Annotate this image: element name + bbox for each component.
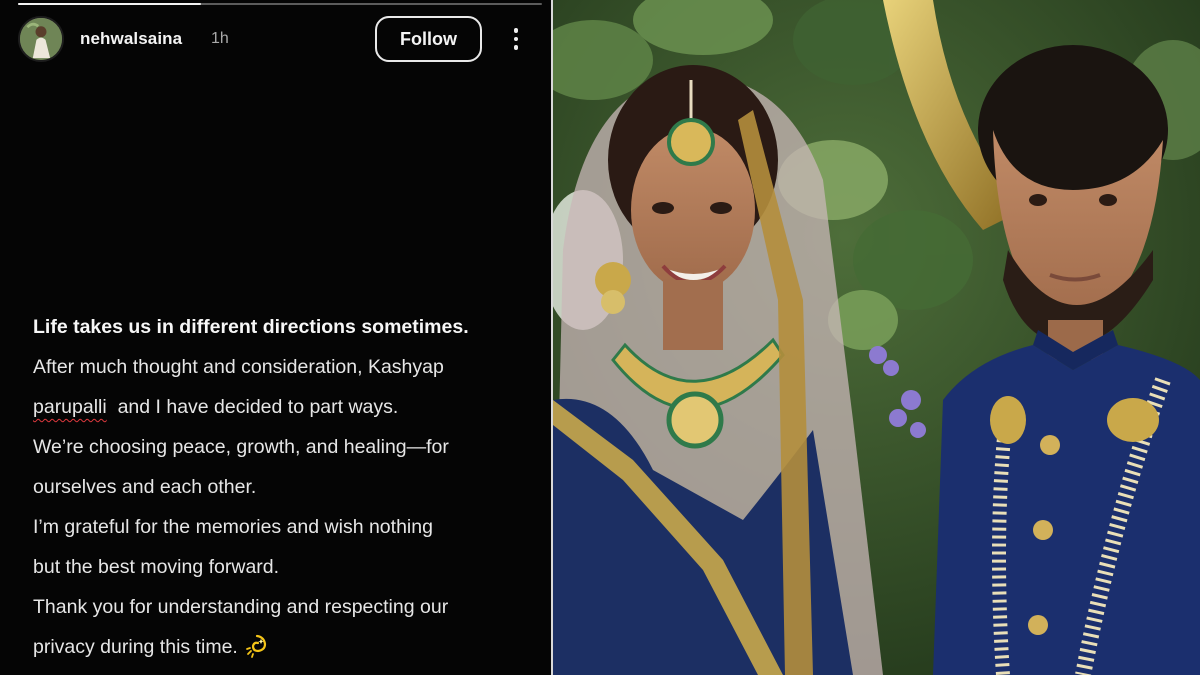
necklace-pendant — [666, 391, 724, 449]
dizzy-sparkle-icon — [245, 634, 266, 658]
couple-photo-illustration — [553, 0, 1200, 675]
story-line: parupalli and I have decided to part way… — [33, 387, 543, 427]
story-line: After much thought and consideration, Ka… — [33, 356, 444, 378]
couple-photo — [553, 0, 1200, 675]
story-line: but the best moving forward. — [33, 556, 280, 578]
avatar[interactable] — [18, 16, 64, 62]
avatar-image — [20, 18, 62, 60]
more-dot — [513, 45, 519, 50]
brooch-right — [1107, 398, 1159, 442]
story-last-line: privacy during this time. — [33, 636, 238, 658]
story-line: We’re choosing peace, growth, and healin… — [33, 436, 449, 458]
story-text: Life takes us in different directions so… — [33, 307, 543, 667]
story-progress-bar — [18, 3, 542, 5]
more-dot — [513, 28, 519, 33]
maang-tikka — [667, 118, 715, 166]
post-time: 1h — [211, 30, 229, 47]
story-headline: Life takes us in different directions so… — [33, 316, 469, 338]
more-options-icon[interactable] — [506, 24, 526, 54]
story-line: privacy during this time. — [33, 627, 543, 667]
woman-neck — [663, 280, 723, 350]
story-line: ourselves and each other. — [33, 476, 257, 498]
story-progress-fill — [18, 3, 202, 5]
story-line-rest: and I have decided to part ways. — [117, 396, 399, 418]
story-line: I’m grateful for the memories and wish n… — [33, 516, 433, 538]
brooch-left — [990, 396, 1026, 444]
story-panel: nehwalsaina 1h Follow Life takes us in d… — [0, 0, 551, 675]
mention-name: parupalli — [33, 396, 107, 418]
more-dot — [513, 36, 519, 42]
story-header: nehwalsaina 1h Follow — [18, 16, 538, 64]
story-line: Thank you for understanding and respecti… — [33, 596, 449, 618]
username[interactable]: nehwalsaina — [80, 29, 182, 49]
earring-left-drop — [601, 290, 625, 314]
sherwani — [933, 345, 1200, 675]
follow-button[interactable]: Follow — [375, 16, 482, 62]
